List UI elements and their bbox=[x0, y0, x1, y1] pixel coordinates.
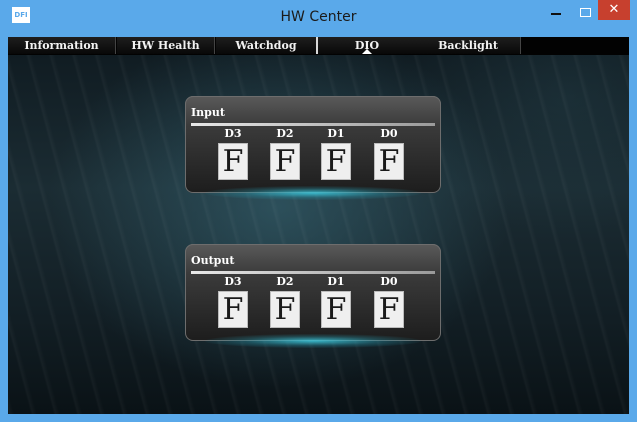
output-bit-label-d1: D1 bbox=[327, 275, 345, 288]
tab-bar: Information HW Health Watchdog DIO Backl… bbox=[8, 37, 629, 55]
maximize-icon bbox=[580, 8, 591, 17]
close-icon: ✕ bbox=[608, 2, 620, 17]
hw-center-window: DFI HW Center ✕ Information HW Health Wa… bbox=[0, 0, 637, 422]
panel-glow bbox=[205, 334, 421, 348]
output-bit-d0[interactable]: F bbox=[374, 291, 404, 328]
input-bit-label-d2: D2 bbox=[276, 127, 294, 140]
input-bit-label-d0: D0 bbox=[380, 127, 398, 140]
minimize-button[interactable] bbox=[541, 0, 571, 28]
tab-hw-health[interactable]: HW Health bbox=[117, 37, 215, 54]
panel-glow bbox=[205, 186, 421, 200]
close-button[interactable]: ✕ bbox=[598, 0, 630, 20]
output-bit-d1[interactable]: F bbox=[321, 291, 351, 328]
output-bit-d3[interactable]: F bbox=[218, 291, 248, 328]
input-bit-label-d1: D1 bbox=[327, 127, 345, 140]
input-bit-d3: F bbox=[218, 143, 248, 180]
output-bit-d2[interactable]: F bbox=[270, 291, 300, 328]
input-panel: Input D3 D2 D1 D0 F F F F bbox=[185, 96, 441, 200]
tab-watchdog[interactable]: Watchdog bbox=[216, 37, 317, 54]
output-panel-title: Output bbox=[191, 254, 235, 267]
active-tab-indicator bbox=[362, 49, 372, 54]
input-panel-title: Input bbox=[191, 106, 225, 119]
panel-divider bbox=[191, 123, 435, 126]
input-bit-d0: F bbox=[374, 143, 404, 180]
tab-information[interactable]: Information bbox=[8, 37, 116, 54]
output-bit-label-d0: D0 bbox=[380, 275, 398, 288]
panel-divider bbox=[191, 271, 435, 274]
tab-dio[interactable]: DIO bbox=[316, 37, 418, 54]
input-bit-d2: F bbox=[270, 143, 300, 180]
client-area: Information HW Health Watchdog DIO Backl… bbox=[8, 37, 629, 414]
minimize-icon bbox=[551, 13, 561, 15]
title-bar[interactable]: DFI HW Center ✕ bbox=[0, 0, 637, 36]
input-bit-d1: F bbox=[321, 143, 351, 180]
maximize-button[interactable] bbox=[571, 0, 599, 28]
input-bit-label-d3: D3 bbox=[224, 127, 242, 140]
output-bit-label-d2: D2 bbox=[276, 275, 294, 288]
tab-backlight[interactable]: Backlight bbox=[416, 37, 521, 54]
output-panel: Output D3 D2 D1 D0 F F F F bbox=[185, 244, 441, 348]
output-bit-label-d3: D3 bbox=[224, 275, 242, 288]
background-texture bbox=[8, 37, 629, 414]
